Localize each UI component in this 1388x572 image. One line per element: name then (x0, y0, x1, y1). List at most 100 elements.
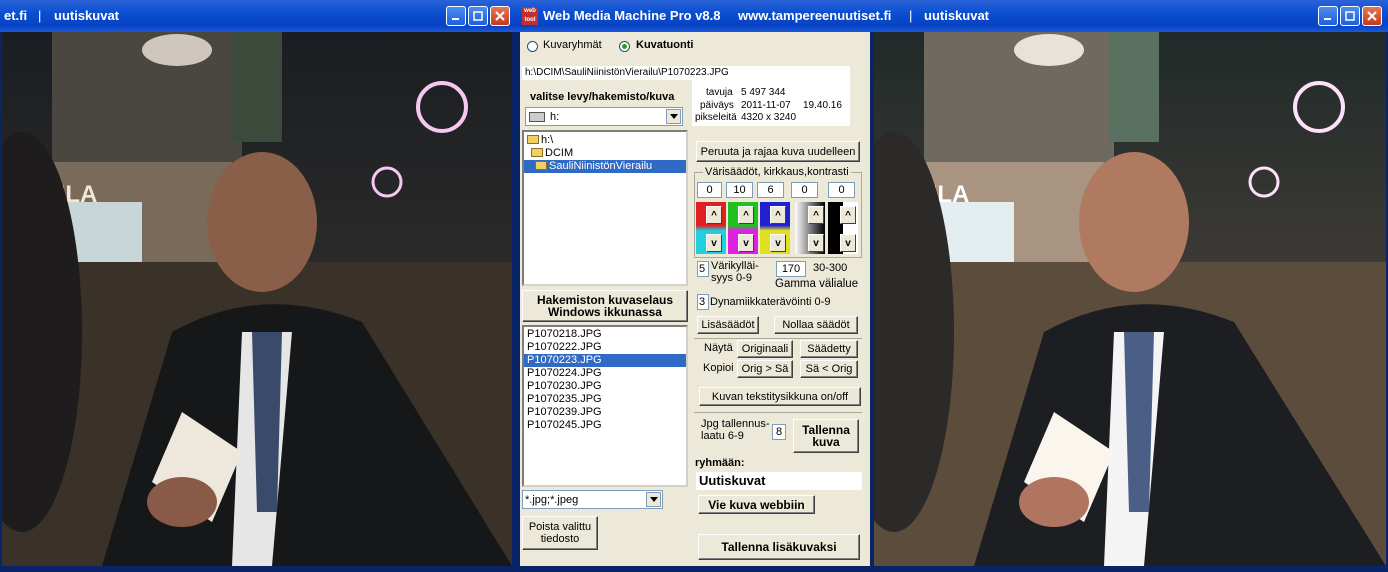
drive-section-label: valitse levy/hakemisto/kuva (530, 91, 675, 103)
folder-name: DCIM (545, 147, 574, 159)
brightness-value[interactable]: 0 (791, 182, 818, 198)
brightness-up-button[interactable]: ^ (808, 206, 824, 224)
file-list-item[interactable]: P1070230.JPG (524, 380, 686, 393)
caption-window-toggle-button[interactable]: Kuvan tekstitysikkuna on/off (699, 387, 861, 406)
minimize-icon (452, 18, 459, 20)
folder-icon (527, 135, 539, 144)
dynamics-input[interactable]: 3 (697, 294, 709, 310)
size-label: tavuja (706, 87, 733, 98)
file-list-item[interactable]: P1070239.JPG (524, 406, 686, 419)
green-down-button[interactable]: v (738, 234, 754, 252)
size-value: 5 497 344 (741, 87, 786, 98)
chevron-down-icon[interactable] (666, 109, 681, 124)
copy-orig-to-adjusted-button[interactable]: Orig > Sä (737, 360, 793, 378)
folder-name: h:\ (541, 134, 554, 146)
gamma-input[interactable]: 170 (776, 261, 806, 277)
file-list-item[interactable]: P1070218.JPG (524, 328, 686, 341)
reset-adjust-button[interactable]: Nollaa säädöt (774, 316, 858, 334)
copy-adjusted-to-orig-button[interactable]: Sä < Orig (800, 360, 858, 378)
close-icon (1367, 11, 1377, 21)
album-name: uutiskuvat (924, 8, 990, 23)
file-list-item[interactable]: P1070223.JPG (524, 354, 686, 367)
close-button[interactable] (1362, 6, 1382, 26)
group-value: Uutiskuvat (699, 473, 766, 488)
browse-windows-button[interactable]: Hakemiston kuvaselaus Windows ikkunassa (522, 290, 688, 322)
jpg-quality-input[interactable]: 8 (772, 424, 786, 440)
main-window-titlebar[interactable]: web tool Web Media Machine Pro v8.8 www.t… (516, 0, 1388, 32)
upload-web-button[interactable]: Vie kuva webbiin (698, 495, 815, 514)
file-list[interactable]: P1070218.JPG P1070222.JPG P1070223.JPG P107… (522, 325, 688, 487)
blue-down-button[interactable]: v (770, 234, 786, 252)
saturation-label-line2: syys 0-9 (711, 272, 752, 284)
date-value: 2011-11-07 (741, 100, 791, 111)
maximize-icon (1345, 11, 1355, 21)
gamma-range: 30-300 (813, 262, 848, 274)
minimize-button[interactable] (446, 6, 466, 26)
maximize-icon (473, 11, 483, 21)
green-value[interactable]: 10 (726, 182, 753, 198)
save-as-extra-button[interactable]: Tallenna lisäkuvaksi (698, 534, 860, 560)
folder-name: SauliNiinistönVierailu (549, 160, 653, 172)
pixels-value: 4320 x 3240 (741, 112, 797, 123)
folder-tree[interactable]: h:\ DCIM SauliNiinistönVierailu (522, 130, 688, 286)
left-window-titlebar[interactable]: et.fi | uutiskuvat (0, 0, 516, 32)
file-list-item[interactable]: P1070235.JPG (524, 393, 686, 406)
red-value[interactable]: 0 (697, 182, 722, 198)
left-window-separator: | (38, 8, 42, 23)
radio-kuvaryhmat[interactable] (527, 41, 538, 52)
minimize-button[interactable] (1318, 6, 1338, 26)
maximize-button[interactable] (1340, 6, 1360, 26)
save-image-button[interactable]: Tallenna kuva (793, 419, 859, 453)
group-field[interactable]: Uutiskuvat (696, 472, 862, 490)
date-label: päiväys (700, 100, 734, 111)
saturation-label-line1: Värikylläi- (711, 260, 759, 272)
file-filter-select[interactable]: *.jpg;*.jpeg (522, 490, 663, 509)
red-up-button[interactable]: ^ (706, 206, 722, 224)
contrast-up-button[interactable]: ^ (840, 206, 856, 224)
drive-value: h: (550, 111, 560, 123)
show-adjusted-button[interactable]: Säädetty (800, 340, 858, 358)
close-icon (495, 11, 505, 21)
delete-file-button[interactable]: Poista valittu tiedosto (522, 516, 598, 550)
dynamics-label: Dynamiikkaterävöinti 0-9 (710, 296, 831, 308)
show-label: Näytä (704, 342, 733, 354)
site-url: www.tampereenuutiset.fi (738, 8, 892, 23)
adjusted-photo: TILA (874, 32, 1386, 566)
folder-item[interactable]: SauliNiinistönVierailu (524, 160, 686, 173)
saturation-input[interactable]: 5 (697, 261, 709, 277)
window-bottom-border (0, 566, 1388, 572)
browse-button-line2: Windows ikkunassa (548, 305, 662, 319)
brightness-down-button[interactable]: v (808, 234, 824, 252)
copy-label: Kopioi (703, 362, 734, 374)
file-list-item[interactable]: P1070224.JPG (524, 367, 686, 380)
control-panel: Kuvaryhmät Kuvatuonti h:\DCIM\SauliNiini… (520, 32, 870, 568)
radio-kuvaryhmat-label: Kuvaryhmät (543, 39, 602, 51)
folder-icon (531, 148, 543, 157)
gamma-label: Gamma välialue (775, 278, 859, 290)
divider (694, 412, 862, 413)
show-original-button[interactable]: Originaali (737, 340, 793, 358)
red-down-button[interactable]: v (706, 234, 722, 252)
time-value: 19.40.16 (803, 100, 842, 111)
original-photo: TILA (2, 32, 512, 566)
cancel-crop-button[interactable]: Peruuta ja rajaa kuva uudelleen (696, 141, 860, 162)
folder-icon (535, 161, 547, 170)
file-list-item[interactable]: P1070245.JPG (524, 419, 686, 432)
blue-value[interactable]: 6 (757, 182, 784, 198)
contrast-value[interactable]: 0 (828, 182, 855, 198)
more-adjust-button[interactable]: Lisäsäädöt (697, 316, 759, 334)
folder-item[interactable]: h:\ (524, 134, 686, 147)
folder-item[interactable]: DCIM (524, 147, 686, 160)
maximize-button[interactable] (468, 6, 488, 26)
contrast-down-button[interactable]: v (840, 234, 856, 252)
close-button[interactable] (490, 6, 510, 26)
green-up-button[interactable]: ^ (738, 206, 754, 224)
drive-select[interactable]: h: (525, 107, 683, 126)
blue-up-button[interactable]: ^ (770, 206, 786, 224)
drive-icon (529, 112, 545, 122)
original-photo-image: TILA (2, 32, 512, 566)
file-list-item[interactable]: P1070222.JPG (524, 341, 686, 354)
radio-kuvatuonti[interactable] (619, 41, 630, 52)
main-title-separator: | (909, 8, 913, 23)
chevron-down-icon[interactable] (646, 492, 661, 507)
